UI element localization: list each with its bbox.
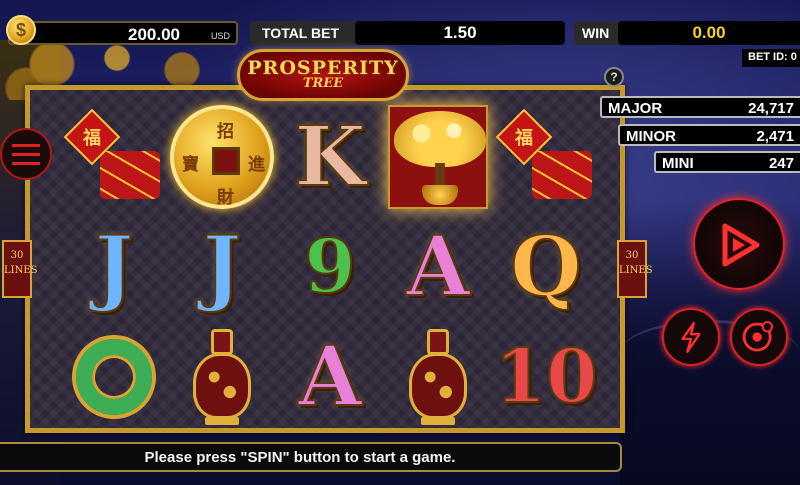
game-logo: PROSPERITY TREE xyxy=(237,49,409,101)
jackpot-value: 24,717 xyxy=(748,100,794,117)
jackpot-minor: MINOR 2,471 xyxy=(618,124,800,146)
lines-badge-right: 30 LINES xyxy=(617,240,653,298)
jackpot-label: MINI xyxy=(662,155,694,172)
reel-cell: 招進財寶 xyxy=(168,102,276,212)
reel-cell: J xyxy=(168,212,276,322)
reel-frame: 福招進財寶 K 福 J J 9 A Q A 10 xyxy=(25,85,625,433)
symbol-a: A xyxy=(297,329,363,425)
symbol-vase xyxy=(407,329,469,425)
symbol-prosperity-tree xyxy=(388,105,488,209)
jackpot-label: MINOR xyxy=(626,128,676,145)
win-label: WIN xyxy=(582,25,610,41)
lines-count: 30 xyxy=(625,250,639,261)
reel-cell xyxy=(384,322,492,432)
jackpot-value: 2,471 xyxy=(756,128,794,145)
spin-play-icon xyxy=(722,223,760,267)
jackpot-major: MAJOR 24,717 xyxy=(600,96,800,118)
coin-icon: $ xyxy=(6,15,36,45)
lines-label: LINES xyxy=(619,265,653,276)
reel-cell: A xyxy=(276,322,384,432)
total-bet-value: 1.50 xyxy=(443,23,477,42)
message-bar: Please press "SPIN" button to start a ga… xyxy=(0,442,622,472)
coin-character: 招 xyxy=(217,122,234,142)
menu-button[interactable] xyxy=(0,128,52,180)
symbol-vase xyxy=(191,329,253,425)
lantern-character: 福 xyxy=(83,128,101,149)
win-display: WIN 0.00 xyxy=(574,21,800,45)
firecracker-icon xyxy=(532,151,592,199)
coin-character: 寶 xyxy=(182,155,199,175)
jackpot-mini: MINI 247 xyxy=(654,151,800,173)
reel-cell xyxy=(60,322,168,432)
reel-cell: Q xyxy=(492,212,600,322)
lines-badge-left: 30 LINES xyxy=(2,240,38,298)
total-bet-display[interactable]: TOTAL BET 1.50 xyxy=(250,21,565,45)
reel-cell: J xyxy=(60,212,168,322)
top-bar: $ 200.00 USD TOTAL BET 1.50 WIN 0.00 xyxy=(0,0,800,45)
lantern-character: 福 xyxy=(515,128,533,149)
symbol-lantern-firecrackers: 福 xyxy=(63,107,164,207)
reel-cell xyxy=(384,102,492,212)
win-value-box: 0.00 xyxy=(618,21,800,45)
coin-character: 財 xyxy=(217,188,234,208)
jackpot-label: MAJOR xyxy=(608,100,663,117)
symbol-coin-wild: 招進財寶 xyxy=(170,105,274,209)
symbol-lantern-firecrackers: 福 xyxy=(495,107,596,207)
reel-cell: 9 xyxy=(276,212,384,322)
symbol-9: 9 xyxy=(303,224,356,310)
firecracker-icon xyxy=(100,151,160,199)
help-button[interactable]: ? xyxy=(604,67,624,87)
status-message: Please press "SPIN" button to start a ga… xyxy=(144,449,456,466)
autoplay-button[interactable] xyxy=(730,308,788,366)
balance-currency: USD xyxy=(210,31,230,41)
total-bet-label: TOTAL BET xyxy=(262,25,339,41)
reel-cell: 福 xyxy=(492,102,600,212)
lightning-icon xyxy=(681,321,701,354)
lines-count: 30 xyxy=(10,250,24,261)
symbol-j: J xyxy=(202,219,243,315)
total-bet-value-box[interactable]: 1.50 xyxy=(355,21,565,45)
win-value: 0.00 xyxy=(692,23,726,42)
symbol-q: Q xyxy=(509,219,582,315)
lines-label: LINES xyxy=(4,265,38,276)
balance-value: 200.00 xyxy=(128,25,180,44)
autoplay-gear-icon xyxy=(742,321,773,352)
reel-cell: 福 xyxy=(60,102,168,212)
spin-button[interactable] xyxy=(693,198,785,290)
reel-grid: 福招進財寶 K 福 J J 9 A Q A 10 xyxy=(60,102,600,432)
coin-character: 進 xyxy=(248,155,265,175)
symbol-10: 10 xyxy=(494,334,599,420)
bet-id: BET ID: 0 xyxy=(742,49,800,67)
turbo-button[interactable] xyxy=(662,308,720,366)
balance-display: 200.00 USD xyxy=(8,21,238,45)
jackpot-value: 247 xyxy=(768,155,794,172)
symbol-k: K xyxy=(293,109,366,205)
reel-cell: 10 xyxy=(492,322,600,432)
reel-cell xyxy=(168,322,276,432)
symbol-jade-disc xyxy=(76,339,152,415)
reel-cell: K xyxy=(276,102,384,212)
symbol-j: J xyxy=(94,219,135,315)
symbol-a: A xyxy=(405,219,471,315)
reel-cell: A xyxy=(384,212,492,322)
